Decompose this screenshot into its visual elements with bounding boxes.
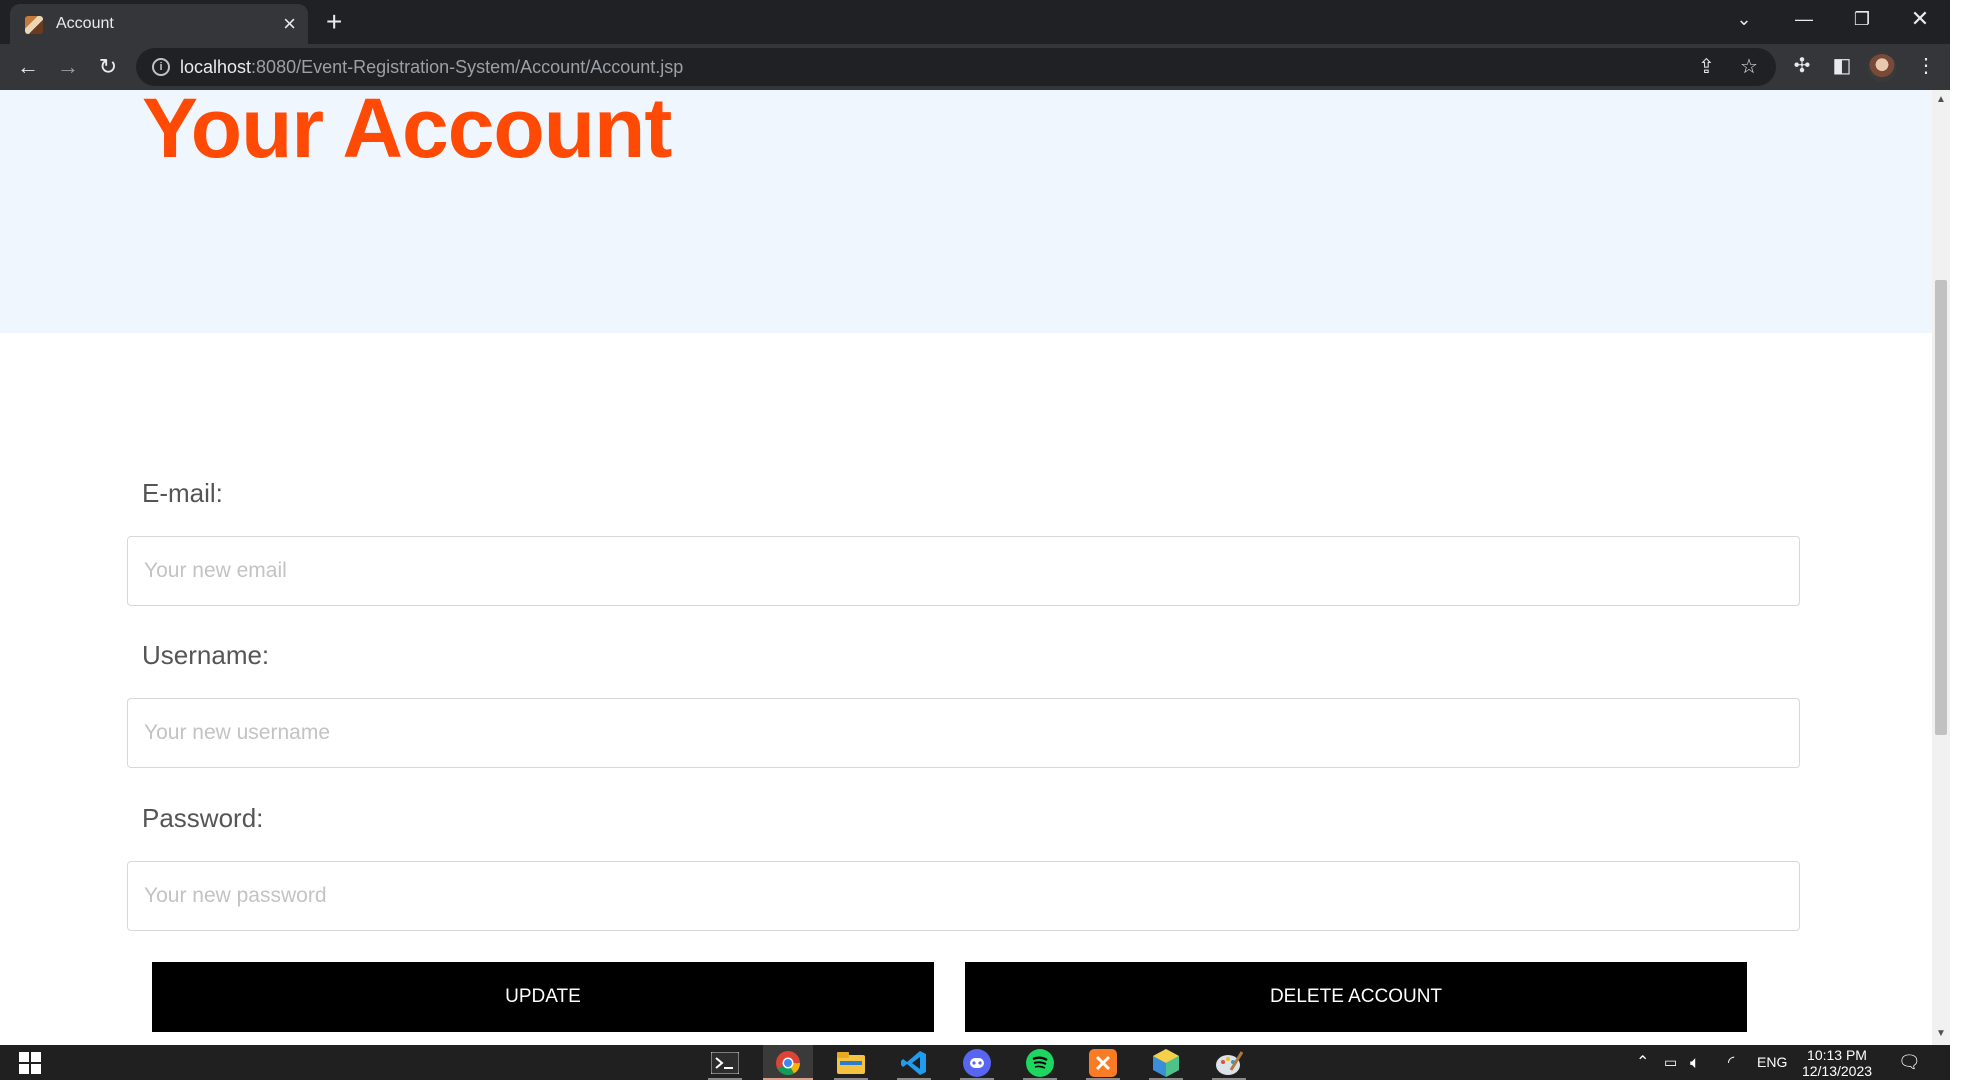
extensions-icon[interactable]: ✣ <box>1788 54 1816 78</box>
taskbar-vscode[interactable] <box>889 1045 939 1080</box>
chrome-icon <box>776 1050 800 1075</box>
taskbar-spotify[interactable] <box>1015 1045 1065 1080</box>
email-field[interactable] <box>127 536 1800 606</box>
browser-tab[interactable]: Account × <box>10 4 308 44</box>
back-icon[interactable]: ← <box>12 52 44 82</box>
tab-search-icon[interactable]: ⌄ <box>1716 0 1772 40</box>
url-host: localhost <box>180 57 252 77</box>
windows-logo-icon <box>19 1051 41 1074</box>
xampp-icon <box>1089 1048 1117 1077</box>
profile-avatar[interactable] <box>1868 54 1896 82</box>
update-button[interactable]: UPDATE <box>152 962 934 1032</box>
scrollbar-thumb[interactable] <box>1935 280 1947 735</box>
address-bar[interactable]: i localhost:8080/Event-Registration-Syst… <box>136 48 1776 86</box>
url-path: :8080/Event-Registration-System/Account/… <box>251 57 684 77</box>
clock-time: 10:13 PM <box>1807 1047 1867 1063</box>
side-panel-icon[interactable]: ◧ <box>1828 54 1856 78</box>
taskbar-chrome[interactable] <box>763 1045 813 1080</box>
vscode-icon <box>901 1050 926 1075</box>
taskbar-file-explorer[interactable] <box>826 1045 876 1080</box>
site-info-icon[interactable]: i <box>152 58 170 76</box>
taskbar-terminal[interactable] <box>700 1045 750 1080</box>
start-button[interactable] <box>5 1045 55 1080</box>
new-tab-button[interactable]: + <box>326 4 342 40</box>
show-hidden-icons[interactable]: ⌃ <box>1636 1045 1649 1080</box>
site-favicon-icon <box>25 16 43 34</box>
volume-icon[interactable]: 🔈︎ <box>1690 1045 1700 1080</box>
terminal-icon <box>711 1051 739 1074</box>
page-viewport: Your Account E-mail: Username: Password:… <box>0 90 1932 1045</box>
taskbar-paint[interactable] <box>1204 1045 1254 1080</box>
window-edge <box>1950 0 1965 1080</box>
file-explorer-icon <box>837 1051 865 1074</box>
browser-toolbar: ← → ↻ i localhost:8080/Event-Registratio… <box>0 44 1965 90</box>
notifications-icon[interactable]: 🗨︎ <box>1898 1045 1921 1080</box>
username-field[interactable] <box>127 698 1800 768</box>
paint-icon <box>1216 1050 1243 1075</box>
close-tab-icon[interactable]: × <box>283 11 296 37</box>
wifi-icon[interactable]: ◜ <box>1728 1045 1734 1080</box>
email-label: E-mail: <box>142 478 223 508</box>
browser-tab-strip: Account × + ⌄ — ❐ ✕ <box>0 0 1965 44</box>
password-field[interactable] <box>127 861 1800 931</box>
restore-icon[interactable]: ❐ <box>1834 0 1890 40</box>
clock-date: 12/13/2023 <box>1801 1063 1873 1079</box>
bookmark-star-icon[interactable]: ☆ <box>1740 56 1758 78</box>
discord-icon <box>963 1048 991 1077</box>
tab-title: Account <box>56 15 114 32</box>
spotify-icon <box>1026 1048 1054 1077</box>
scroll-up-icon[interactable]: ▲ <box>1932 94 1950 105</box>
delete-account-button[interactable]: DELETE ACCOUNT <box>965 962 1747 1032</box>
url-text[interactable]: localhost:8080/Event-Registration-System… <box>180 57 683 78</box>
page-scrollbar[interactable]: ▲ ▼ <box>1932 90 1950 1045</box>
menu-kebab-icon[interactable]: ⋮ <box>1912 54 1940 78</box>
share-icon[interactable]: ⇪ <box>1698 56 1715 78</box>
windows-taskbar: ⌃ ▭ 🔈︎ ◜ ENG 10:13 PM 12/13/2023 🗨︎ <box>0 1045 1950 1080</box>
scroll-down-icon[interactable]: ▼ <box>1932 1028 1950 1039</box>
app-icon <box>1153 1048 1179 1077</box>
username-label: Username: <box>142 640 270 670</box>
account-hero: Your Account <box>0 90 1932 333</box>
battery-icon[interactable]: ▭ <box>1664 1045 1677 1080</box>
taskbar-discord[interactable] <box>952 1045 1002 1080</box>
close-window-icon[interactable]: ✕ <box>1892 0 1948 40</box>
language-indicator[interactable]: ENG <box>1757 1045 1787 1080</box>
taskbar-clock[interactable]: 10:13 PM 12/13/2023 <box>1792 1047 1882 1079</box>
forward-icon[interactable]: → <box>52 52 84 82</box>
password-label: Password: <box>142 803 264 833</box>
page-title: Your Account <box>142 90 672 175</box>
reload-icon[interactable]: ↻ <box>92 52 124 82</box>
taskbar-xampp[interactable] <box>1078 1045 1128 1080</box>
taskbar-app[interactable] <box>1141 1045 1191 1080</box>
minimize-icon[interactable]: — <box>1776 0 1832 40</box>
